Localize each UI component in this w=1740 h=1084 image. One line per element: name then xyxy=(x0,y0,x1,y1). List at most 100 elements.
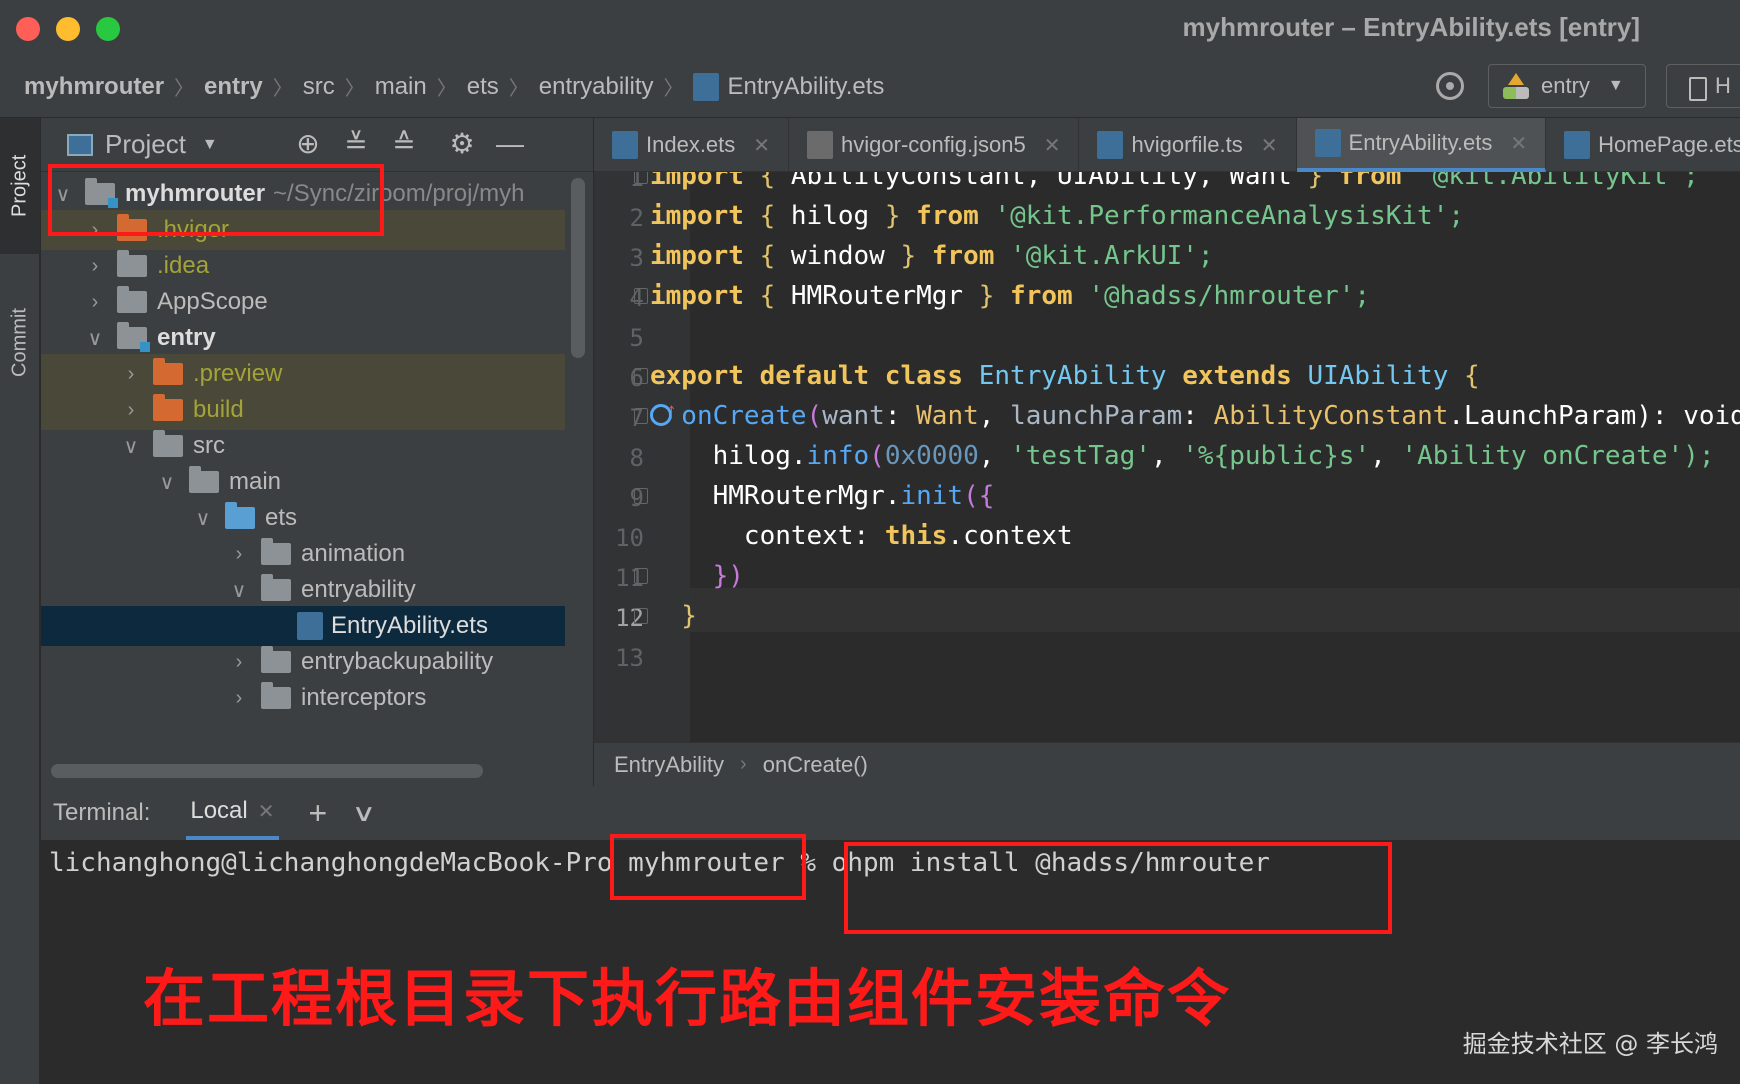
fold-marker-icon[interactable] xyxy=(634,368,648,384)
minimize-window-button[interactable] xyxy=(56,17,80,41)
line-number: 13 xyxy=(615,644,644,672)
chevron-right-icon[interactable]: › xyxy=(83,255,107,278)
fold-marker-icon[interactable] xyxy=(634,488,648,504)
chevron-down-icon[interactable]: ∨ xyxy=(191,506,215,531)
tab-index[interactable]: Index.ets ✕ xyxy=(594,118,790,172)
line-number: 10 xyxy=(615,524,644,552)
chevron-right-icon[interactable]: › xyxy=(119,363,143,386)
ets-file-icon xyxy=(297,612,323,640)
code-editor[interactable]: 1 2 3 4 5 6 7 8 9 10 11 12 13 ↑ import {… xyxy=(594,172,1740,742)
chevron-down-icon[interactable]: ▼ xyxy=(202,136,218,154)
code-line-10: context: this.context xyxy=(650,514,1073,558)
gear-icon[interactable]: ⚙ xyxy=(447,130,477,160)
tree-row[interactable]: ∨ entry xyxy=(41,318,565,358)
code-token: context: xyxy=(650,521,885,551)
tab-label: hvigor-config.json5 xyxy=(841,132,1026,157)
breadcrumb-item[interactable]: ets xyxy=(467,73,499,101)
chevron-down-icon[interactable]: ∨ xyxy=(119,434,143,459)
close-icon[interactable]: ✕ xyxy=(1510,131,1527,156)
breadcrumb-item[interactable]: entry xyxy=(204,73,263,101)
breadcrumb-item[interactable]: src xyxy=(303,73,335,101)
run-config-label: entry xyxy=(1541,73,1590,98)
tab-terminal-local[interactable]: Local ✕ xyxy=(186,786,279,840)
zoom-window-button[interactable] xyxy=(96,17,120,41)
fold-marker-icon[interactable] xyxy=(634,608,648,624)
tab-hvigor-config[interactable]: hvigor-config.json5 ✕ xyxy=(789,118,1080,172)
folder-icon xyxy=(153,358,183,385)
chevron-right-icon[interactable]: › xyxy=(227,687,251,710)
tree-row[interactable]: › build xyxy=(41,390,565,430)
project-view-selector[interactable]: Project xyxy=(105,129,186,160)
hide-panel-icon[interactable]: — xyxy=(495,130,525,160)
folder-icon xyxy=(117,322,150,352)
folder-icon xyxy=(153,394,183,421)
breadcrumb-item[interactable]: EntryAbility.ets xyxy=(727,73,884,101)
code-token: } xyxy=(963,281,1011,311)
code-token: this xyxy=(884,521,948,551)
tree-row[interactable]: ∨ src xyxy=(41,426,565,466)
fold-marker-icon[interactable] xyxy=(634,408,648,424)
chevron-right-icon[interactable]: › xyxy=(227,651,251,674)
locate-target-icon[interactable] xyxy=(1436,72,1464,100)
expand-all-icon[interactable]: ≚ xyxy=(341,130,371,160)
breadcrumb-item[interactable]: myhmrouter xyxy=(24,73,164,101)
tree-label: EntryAbility.ets xyxy=(331,612,488,639)
chevron-right-icon[interactable]: › xyxy=(83,291,107,314)
close-window-button[interactable] xyxy=(16,17,40,41)
code-token: , xyxy=(978,401,1011,431)
code-token: import xyxy=(650,281,744,311)
close-icon[interactable]: ✕ xyxy=(1261,133,1278,158)
tree-row[interactable]: › AppScope xyxy=(41,282,565,322)
tab-hvigorfile[interactable]: hvigorfile.ts ✕ xyxy=(1079,118,1297,172)
chevron-right-icon[interactable]: › xyxy=(227,543,251,566)
code-token: }) xyxy=(650,561,744,591)
breadcrumb-item[interactable]: main xyxy=(375,73,427,101)
project-tool-tab[interactable]: Project xyxy=(0,118,40,254)
tree-row[interactable]: › .idea xyxy=(41,246,565,286)
collapse-all-icon[interactable]: ≙ xyxy=(389,130,419,160)
chevron-down-icon[interactable]: ∨ xyxy=(83,326,107,351)
tree-row-selected[interactable]: EntryAbility.ets xyxy=(41,606,565,646)
close-icon[interactable]: ✕ xyxy=(1044,133,1061,158)
chevron-down-icon[interactable]: ∨ xyxy=(155,470,179,495)
breadcrumb-item[interactable]: entryability xyxy=(539,73,654,101)
fold-marker-icon[interactable] xyxy=(634,172,648,184)
tree-row[interactable]: › animation xyxy=(41,534,565,574)
code-token: EntryAbility xyxy=(963,361,1183,391)
tree-row[interactable]: ∨ entryability xyxy=(41,570,565,610)
fold-marker-icon[interactable] xyxy=(634,288,648,304)
tree-row[interactable]: ∨ ets xyxy=(41,498,565,538)
chevron-down-icon[interactable]: ∨ xyxy=(352,799,377,828)
tree-label: src xyxy=(193,432,225,459)
new-terminal-icon[interactable]: + xyxy=(309,795,328,832)
module-icon xyxy=(1503,73,1529,99)
tree-vertical-scrollbar[interactable] xyxy=(571,178,585,358)
chevron-down-icon[interactable]: ∨ xyxy=(227,578,251,603)
code-token: '@kit.ArkUI'; xyxy=(994,241,1214,271)
code-token: ({ xyxy=(963,481,995,511)
code-token: '%{public}s' xyxy=(1182,441,1371,471)
tab-homepage[interactable]: HomePage.ets xyxy=(1546,118,1740,172)
editor-breadcrumb-item[interactable]: onCreate() xyxy=(763,752,868,778)
fold-marker-icon[interactable] xyxy=(634,568,648,584)
commit-tool-tab[interactable]: Commit xyxy=(0,268,40,418)
tree-row[interactable]: › entrybackupability xyxy=(41,642,565,682)
code-line-6: export default class EntryAbility extend… xyxy=(650,354,1480,398)
tree-label: AppScope xyxy=(157,288,268,315)
folder-icon xyxy=(189,466,219,493)
line-number: 5 xyxy=(629,324,644,352)
editor-breadcrumb-item[interactable]: EntryAbility xyxy=(614,752,724,778)
code-token: : xyxy=(1182,401,1214,431)
run-config-dropdown[interactable]: entry ▼ xyxy=(1488,64,1646,108)
close-icon[interactable]: ✕ xyxy=(258,799,275,824)
tree-row[interactable]: › .preview xyxy=(41,354,565,394)
tree-row[interactable]: ∨ main xyxy=(41,462,565,502)
tree-row[interactable]: › interceptors xyxy=(41,678,565,718)
tab-label: hvigorfile.ts xyxy=(1131,132,1243,157)
tab-entryability[interactable]: EntryAbility.ets ✕ xyxy=(1296,118,1547,172)
close-icon[interactable]: ✕ xyxy=(753,133,770,158)
locate-file-icon[interactable]: ⊕ xyxy=(293,130,323,160)
chevron-right-icon[interactable]: › xyxy=(119,399,143,422)
tree-horizontal-scrollbar[interactable] xyxy=(51,764,483,778)
device-selector[interactable]: H xyxy=(1666,64,1740,108)
